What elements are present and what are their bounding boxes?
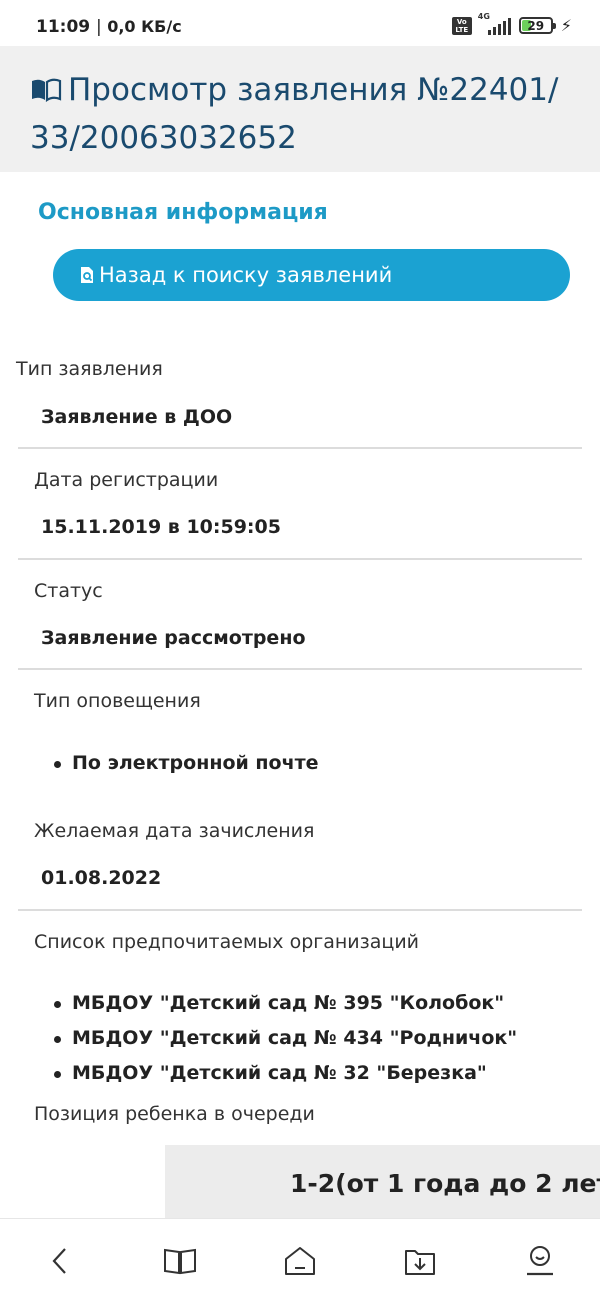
status-icons: Vo LTE 4G 29 ⚡ bbox=[451, 12, 572, 35]
list-item: По электронной почте bbox=[54, 746, 319, 781]
back-to-search-label: Назад к поиску заявлений bbox=[99, 263, 393, 287]
volte-icon: Vo LTE bbox=[451, 16, 472, 35]
preferred-orgs-label: Список предпочитаемых организаций bbox=[34, 931, 420, 953]
profile-icon bbox=[527, 1246, 553, 1276]
browser-nav-bar bbox=[0, 1218, 600, 1299]
notification-type-list: По электронной почте bbox=[54, 746, 319, 781]
search-document-icon bbox=[81, 267, 93, 283]
divider bbox=[18, 558, 582, 560]
section-title: Основная информация bbox=[38, 200, 328, 225]
status-bar: 11:09 | 0,0 КБ/с Vo LTE 4G 29 ⚡ bbox=[0, 0, 600, 48]
downloads-nav-button[interactable] bbox=[400, 1241, 440, 1281]
page-header: Просмотр заявления №22401/ 33/2006303265… bbox=[0, 46, 600, 172]
network-speed: 0,0 КБ/с bbox=[107, 17, 182, 36]
notification-type-label: Тип оповещения bbox=[34, 690, 201, 712]
list-item: МБДОУ "Детский сад № 434 "Родничок" bbox=[54, 1021, 517, 1056]
list-item: МБДОУ "Детский сад № 395 "Колобок" bbox=[54, 986, 517, 1021]
network-type: 4G bbox=[477, 11, 490, 21]
back-icon bbox=[52, 1248, 66, 1274]
battery-icon: 29 bbox=[518, 17, 556, 34]
registration-date-value: 15.11.2019 в 10:59:05 bbox=[41, 516, 281, 538]
status-time: 11:09 | 0,0 КБ/с bbox=[36, 17, 182, 37]
book-icon bbox=[164, 1248, 196, 1275]
bookmarks-nav-button[interactable] bbox=[160, 1241, 200, 1281]
download-icon bbox=[405, 1250, 435, 1275]
application-type-value: Заявление в ДОО bbox=[41, 406, 233, 428]
status-label: Статус bbox=[34, 580, 103, 602]
charging-icon: ⚡ bbox=[560, 16, 572, 35]
queue-table-header[interactable]: 1-2(от 1 года до 2 лет ) bbox=[165, 1145, 600, 1221]
application-type-label: Тип заявления bbox=[16, 358, 163, 380]
home-nav-button[interactable] bbox=[280, 1241, 320, 1281]
divider bbox=[18, 909, 582, 911]
clock-text: 11:09 bbox=[36, 17, 91, 37]
profile-nav-button[interactable] bbox=[520, 1241, 560, 1281]
list-item: МБДОУ "Детский сад № 32 "Березка" bbox=[54, 1056, 517, 1091]
page-title-text: Просмотр заявления №22401/ 33/2006303265… bbox=[30, 72, 559, 156]
queue-position-label: Позиция ребенка в очереди bbox=[34, 1103, 315, 1125]
queue-group-text: 1-2(от 1 года до 2 лет ) bbox=[290, 1169, 600, 1198]
battery-level: 29 bbox=[527, 18, 545, 33]
book-open-icon bbox=[32, 78, 62, 102]
registration-date-label: Дата регистрации bbox=[34, 469, 219, 491]
preferred-orgs-list: МБДОУ "Детский сад № 395 "Колобок" МБДОУ… bbox=[54, 986, 517, 1091]
status-value: Заявление рассмотрено bbox=[41, 627, 306, 649]
desired-date-label: Желаемая дата зачисления bbox=[34, 820, 315, 842]
signal-icon: 4G bbox=[478, 12, 511, 35]
back-to-search-button[interactable]: Назад к поиску заявлений bbox=[53, 249, 570, 301]
page-title: Просмотр заявления №22401/ 33/2006303265… bbox=[30, 66, 570, 162]
divider bbox=[18, 447, 582, 449]
divider bbox=[18, 668, 582, 670]
home-icon bbox=[285, 1247, 315, 1275]
back-nav-button[interactable] bbox=[40, 1241, 80, 1281]
desired-date-value: 01.08.2022 bbox=[41, 867, 162, 889]
